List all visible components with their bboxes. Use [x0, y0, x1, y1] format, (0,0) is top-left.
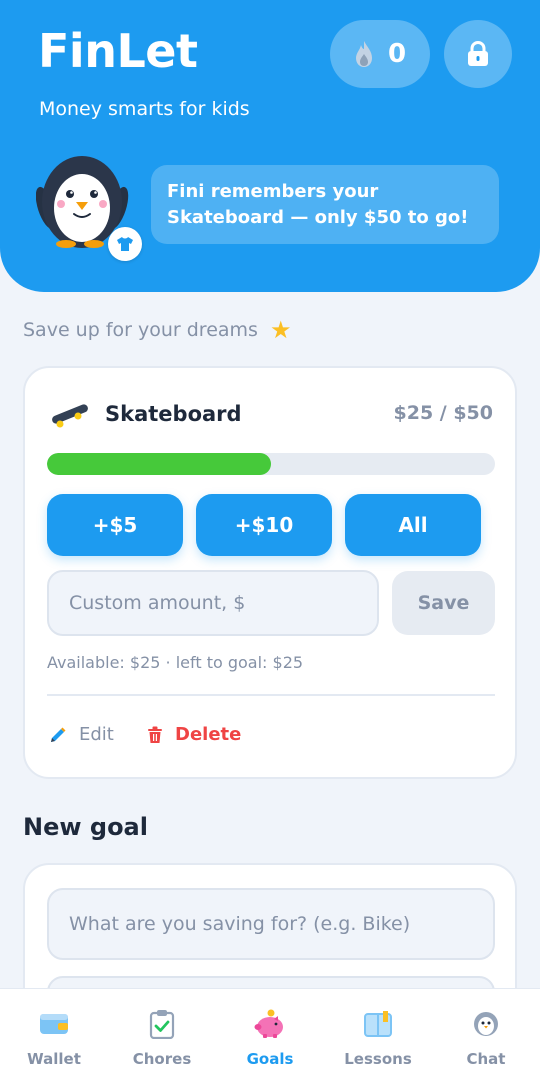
streak-count: 0 [387, 39, 407, 69]
mascot-speech-bubble: Fini remembers your Skateboard — only $5… [151, 165, 499, 244]
bottom-tab-bar: Wallet Chores Goals Lessons Chat [0, 988, 540, 1086]
tab-wallet[interactable]: Wallet [0, 989, 108, 1086]
tab-chat[interactable]: Chat [432, 989, 540, 1086]
save-button[interactable]: Save [392, 571, 495, 635]
goal-progress-fill [47, 453, 271, 475]
tab-goals[interactable]: Goals [216, 989, 324, 1086]
delete-goal-button[interactable]: Delete [147, 724, 241, 745]
delete-label: Delete [175, 724, 242, 745]
goal-name: Skateboard [105, 402, 242, 426]
goal-name-input[interactable] [47, 888, 495, 960]
tab-label: Goals [246, 1050, 294, 1068]
book-icon [362, 1009, 394, 1039]
app-subtitle: Money smarts for kids [39, 98, 250, 120]
app-header: FinLet Money smarts for kids 0 Fini reme… [0, 0, 540, 292]
tab-label: Chores [132, 1050, 192, 1068]
tab-label: Wallet [27, 1050, 81, 1068]
outfit-badge-button[interactable] [108, 227, 142, 261]
clipboard-check-icon [146, 1009, 178, 1039]
lock-button[interactable] [444, 20, 512, 88]
new-goal-title: New goal [23, 813, 148, 841]
goals-section-label: Save up for your dreams ★ [23, 316, 291, 344]
custom-amount-input[interactable] [47, 570, 379, 636]
penguin-icon [470, 1009, 502, 1039]
goal-card: Skateboard $25 / $50 +$5 +$10 All Save A… [23, 366, 517, 779]
goal-progress-bar [47, 453, 495, 475]
tab-label: Chat [466, 1050, 506, 1068]
shirt-icon [117, 237, 133, 251]
wallet-icon [38, 1009, 70, 1039]
flame-icon [355, 41, 372, 67]
add-all-button[interactable]: All [345, 494, 481, 556]
piggy-bank-icon [254, 1009, 286, 1039]
app-title: FinLet [38, 24, 198, 78]
trash-icon [148, 726, 162, 743]
divider [47, 694, 495, 696]
skateboard-icon [52, 404, 88, 428]
edit-label: Edit [79, 724, 114, 745]
add-10-button[interactable]: +$10 [196, 494, 332, 556]
tab-lessons[interactable]: Lessons [324, 989, 432, 1086]
tab-label: Lessons [344, 1050, 412, 1068]
tab-chores[interactable]: Chores [108, 989, 216, 1086]
add-5-button[interactable]: +$5 [47, 494, 183, 556]
goal-amount: $25 / $50 [393, 402, 494, 424]
edit-goal-button[interactable]: Edit [49, 724, 114, 745]
star-icon: ★ [269, 316, 292, 344]
section-label-text: Save up for your dreams [23, 319, 258, 341]
streak-button[interactable]: 0 [330, 20, 430, 88]
pencil-icon [51, 727, 66, 742]
lock-icon [468, 41, 488, 66]
available-text: Available: $25 · left to goal: $25 [47, 653, 304, 672]
